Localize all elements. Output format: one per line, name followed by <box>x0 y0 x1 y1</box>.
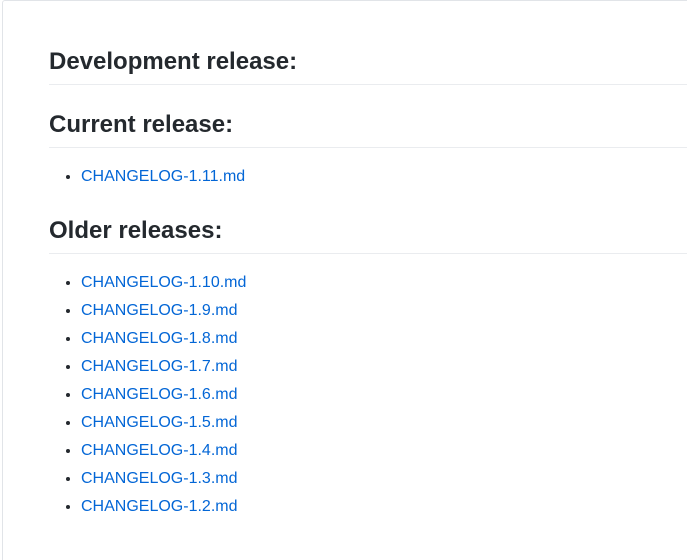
changelog-link-1-10[interactable]: CHANGELOG-1.10.md <box>81 274 246 291</box>
changelog-link-1-11[interactable]: CHANGELOG-1.11.md <box>81 168 245 185</box>
changelog-link-1-3[interactable]: CHANGELOG-1.3.md <box>81 470 237 487</box>
changelog-link-1-7[interactable]: CHANGELOG-1.7.md <box>81 358 237 375</box>
readme-panel: Development release: Current release: CH… <box>2 0 687 560</box>
changelog-link-1-9[interactable]: CHANGELOG-1.9.md <box>81 302 237 319</box>
list-item: CHANGELOG-1.10.md <box>81 269 687 297</box>
changelog-link-1-8[interactable]: CHANGELOG-1.8.md <box>81 330 237 347</box>
list-item: CHANGELOG-1.6.md <box>81 381 687 409</box>
list-item: CHANGELOG-1.8.md <box>81 325 687 353</box>
list-item: CHANGELOG-1.7.md <box>81 353 687 381</box>
changelog-link-1-2[interactable]: CHANGELOG-1.2.md <box>81 498 237 515</box>
list-item: CHANGELOG-1.9.md <box>81 297 687 325</box>
changelog-link-1-4[interactable]: CHANGELOG-1.4.md <box>81 442 237 459</box>
readme-content: Development release: Current release: CH… <box>49 46 687 521</box>
current-release-list: CHANGELOG-1.11.md <box>49 163 687 191</box>
list-item: CHANGELOG-1.4.md <box>81 437 687 465</box>
older-releases-list: CHANGELOG-1.10.md CHANGELOG-1.9.md CHANG… <box>49 269 687 521</box>
older-releases-heading: Older releases: <box>49 215 687 254</box>
list-item: CHANGELOG-1.3.md <box>81 465 687 493</box>
development-release-heading: Development release: <box>49 46 687 85</box>
changelog-link-1-6[interactable]: CHANGELOG-1.6.md <box>81 386 237 403</box>
list-item: CHANGELOG-1.5.md <box>81 409 687 437</box>
current-release-heading: Current release: <box>49 109 687 148</box>
list-item: CHANGELOG-1.11.md <box>81 163 687 191</box>
changelog-link-1-5[interactable]: CHANGELOG-1.5.md <box>81 414 237 431</box>
list-item: CHANGELOG-1.2.md <box>81 493 687 521</box>
